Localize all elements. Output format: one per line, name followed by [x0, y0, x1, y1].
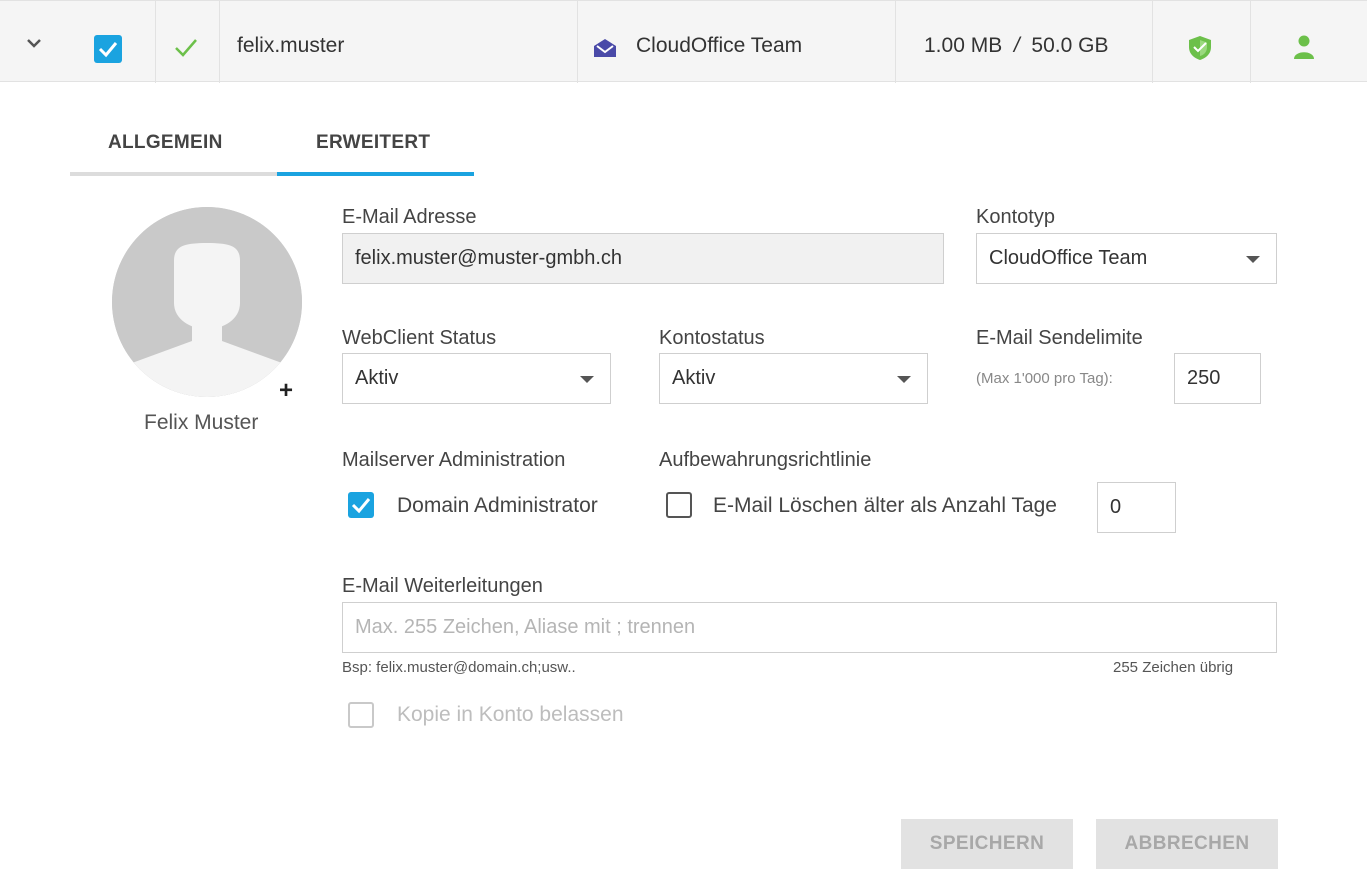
tab-active-indicator — [277, 172, 474, 176]
domain-admin-label[interactable]: Domain Administrator — [397, 494, 598, 518]
webclient-status-select[interactable]: Aktiv — [342, 353, 611, 404]
username: felix.muster — [237, 34, 345, 57]
checkbox-checked-icon — [98, 42, 118, 58]
send-limit-label: E-Mail Sendelimite — [976, 327, 1143, 349]
column-divider — [577, 1, 578, 83]
email-field: felix.muster@muster-gmbh.ch — [342, 233, 944, 284]
account-status-select[interactable]: Aktiv — [659, 353, 928, 404]
column-divider — [155, 1, 156, 83]
account-type-select[interactable]: CloudOffice Team — [976, 233, 1277, 284]
domain-admin-checkbox[interactable] — [348, 492, 374, 518]
retention-days-input[interactable]: 0 — [1097, 482, 1176, 533]
webclient-status-value: Aktiv — [355, 367, 399, 389]
mailserver-admin-label: Mailserver Administration — [342, 449, 566, 471]
account-type: CloudOffice Team — [636, 34, 803, 57]
forwarding-label: E-Mail Weiterleitungen — [342, 575, 543, 597]
account-row[interactable]: felix.muster CloudOffice Team 1.00 MB / … — [0, 0, 1367, 83]
caret-down-icon — [1246, 256, 1260, 263]
avatar[interactable] — [112, 207, 302, 397]
envelope-icon — [594, 39, 616, 57]
cancel-button[interactable]: ABBRECHEN — [1096, 819, 1278, 869]
send-limit-input[interactable]: 250 — [1174, 353, 1261, 404]
retention-label: Aufbewahrungsrichtlinie — [659, 449, 872, 471]
account-type-label: Kontotyp — [976, 206, 1055, 228]
avatar-placeholder-icon — [112, 207, 302, 397]
retention-days-value: 0 — [1110, 496, 1122, 518]
caret-down-icon — [580, 376, 594, 383]
checkmark-icon — [175, 39, 197, 57]
forwarding-example: Bsp: felix.muster@domain.ch;usw.. — [342, 659, 576, 676]
avatar-name: Felix Muster — [144, 411, 259, 434]
account-status-value: Aktiv — [672, 367, 716, 389]
save-button[interactable]: SPEICHERN — [901, 819, 1073, 869]
retention-checkbox-label[interactable]: E-Mail Löschen älter als Anzahl Tage — [713, 494, 1057, 518]
column-divider — [219, 1, 220, 83]
send-limit-hint: (Max 1'000 pro Tag): — [976, 370, 1113, 387]
forwarding-remaining: 255 Zeichen übrig — [1113, 659, 1234, 676]
email-value: felix.muster@muster-gmbh.ch — [355, 247, 623, 269]
tab-allgemein[interactable]: ALLGEMEIN — [108, 132, 223, 154]
retention-checkbox[interactable] — [666, 492, 692, 518]
keep-copy-checkbox[interactable] — [348, 702, 374, 728]
quota-usage: 1.00 MB / 50.0 GB — [924, 34, 1109, 57]
account-type-value: CloudOffice Team — [989, 247, 1148, 269]
webclient-status-label: WebClient Status — [342, 327, 497, 349]
column-divider — [1250, 1, 1251, 83]
checkbox-checked-icon — [351, 498, 371, 514]
chevron-down-icon[interactable] — [24, 33, 44, 53]
column-divider — [895, 1, 896, 83]
forwarding-placeholder: Max. 255 Zeichen, Aliase mit ; trennen — [355, 616, 696, 638]
tab-erweitert[interactable]: ERWEITERT — [316, 132, 430, 154]
column-divider — [1152, 1, 1153, 83]
account-status-label: Kontostatus — [659, 327, 765, 349]
send-limit-value: 250 — [1187, 367, 1221, 389]
forwarding-input[interactable]: Max. 255 Zeichen, Aliase mit ; trennen — [342, 602, 1277, 653]
caret-down-icon — [897, 376, 911, 383]
row-select-checkbox[interactable] — [94, 35, 122, 63]
shield-icon[interactable] — [1187, 34, 1213, 62]
keep-copy-label[interactable]: Kopie in Konto belassen — [397, 703, 624, 727]
person-icon[interactable] — [1292, 34, 1316, 60]
add-avatar-button[interactable]: + — [279, 377, 293, 405]
email-label: E-Mail Adresse — [342, 206, 477, 228]
